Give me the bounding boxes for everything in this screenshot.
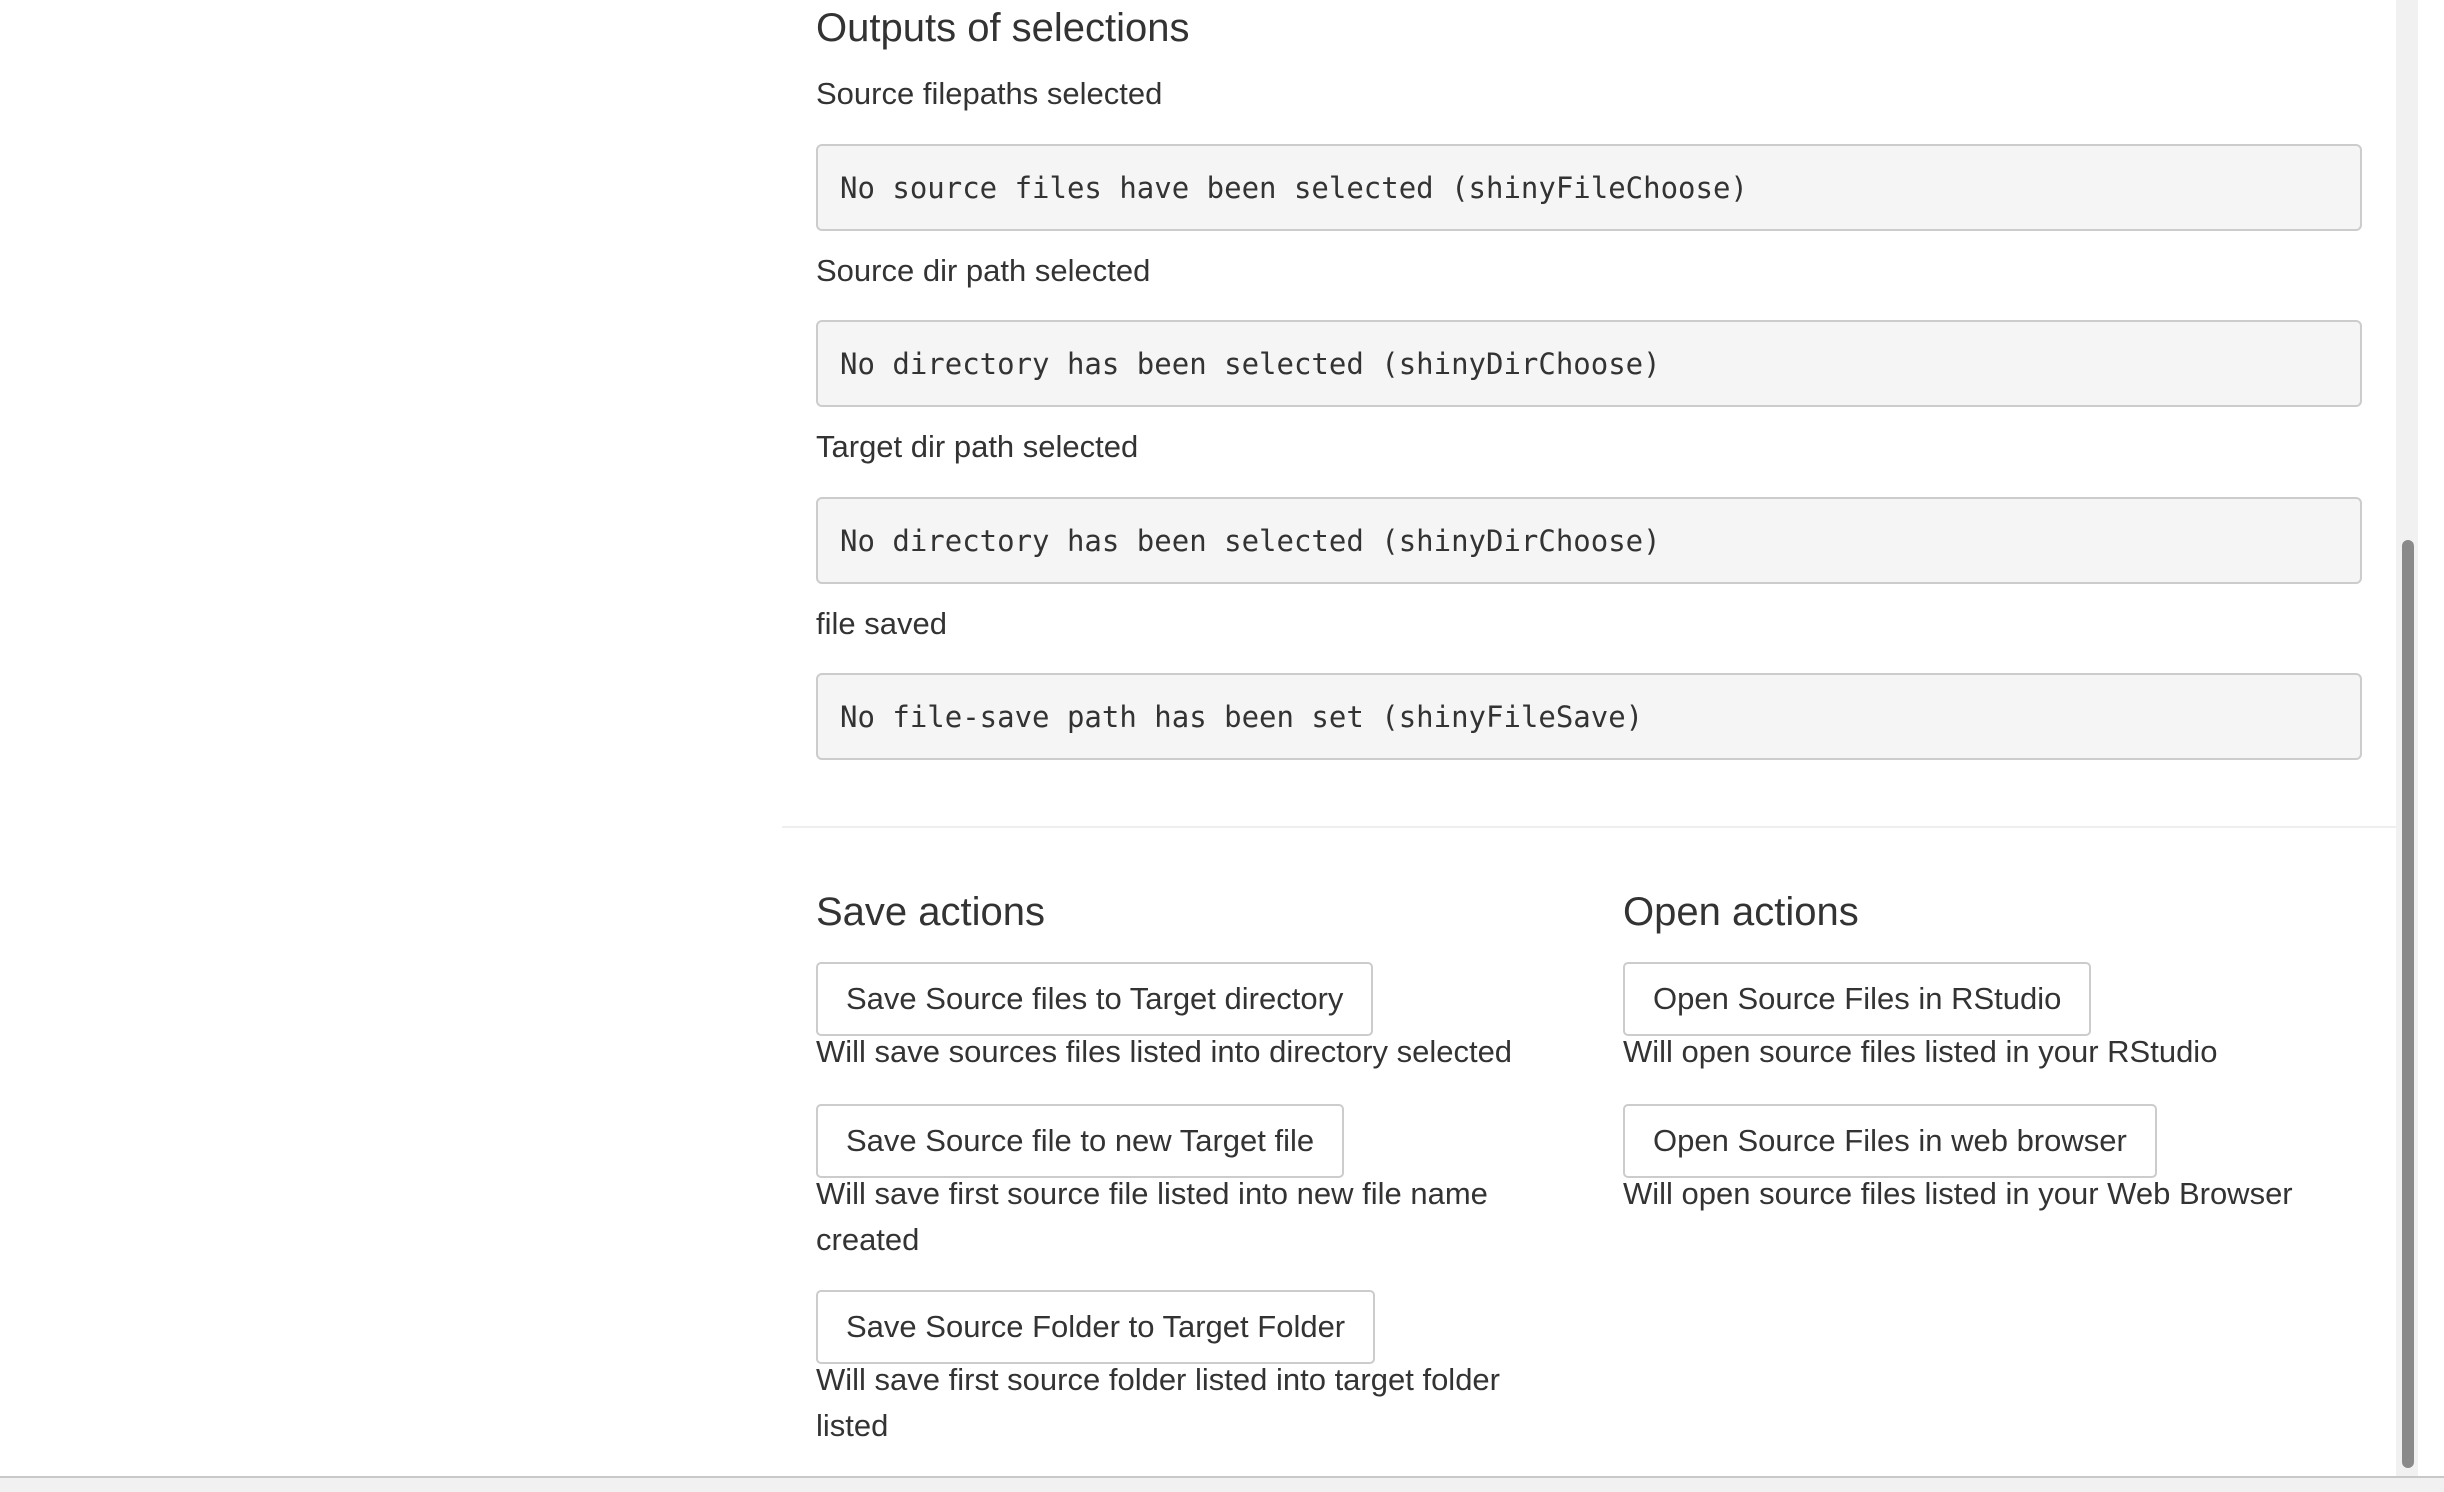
- source-dir-output: No directory has been selected (shinyDir…: [816, 320, 2362, 407]
- open-in-rstudio-help: Will open source files listed in your RS…: [1623, 1034, 2218, 1069]
- save-files-to-directory-help: Will save sources files listed into dire…: [816, 1034, 1513, 1069]
- section-divider: [782, 826, 2398, 828]
- save-folder-to-folder-help: Will save first source folder listed int…: [816, 1362, 1500, 1443]
- open-actions-title: Open actions: [1623, 890, 1859, 934]
- source-filepaths-label: Source filepaths selected: [816, 76, 1163, 111]
- file-saved-label: file saved: [816, 606, 947, 641]
- outputs-title: Outputs of selections: [816, 6, 1190, 50]
- file-saved-output: No file-save path has been set (shinyFil…: [816, 673, 2362, 760]
- scrollbar-thumb[interactable]: [2402, 540, 2414, 1468]
- open-in-rstudio-button[interactable]: Open Source Files in RStudio: [1623, 962, 2092, 1036]
- window-bottom-edge: [0, 1476, 2444, 1492]
- source-dir-label: Source dir path selected: [816, 253, 1151, 288]
- save-actions-title: Save actions: [816, 890, 1046, 934]
- source-filepaths-output: No source files have been selected (shin…: [816, 144, 2362, 231]
- page: Outputs of selections Source filepaths s…: [0, 0, 2444, 1492]
- save-file-to-new-file-help: Will save first source file listed into …: [816, 1176, 1488, 1257]
- open-in-web-browser-button[interactable]: Open Source Files in web browser: [1623, 1104, 2157, 1178]
- target-dir-label: Target dir path selected: [816, 429, 1139, 464]
- open-in-web-browser-help: Will open source files listed in your We…: [1623, 1176, 2293, 1211]
- save-file-to-new-file-button[interactable]: Save Source file to new Target file: [816, 1104, 1345, 1178]
- target-dir-output: No directory has been selected (shinyDir…: [816, 497, 2362, 584]
- save-files-to-directory-button[interactable]: Save Source files to Target directory: [816, 962, 1374, 1036]
- save-folder-to-folder-button[interactable]: Save Source Folder to Target Folder: [816, 1290, 1376, 1364]
